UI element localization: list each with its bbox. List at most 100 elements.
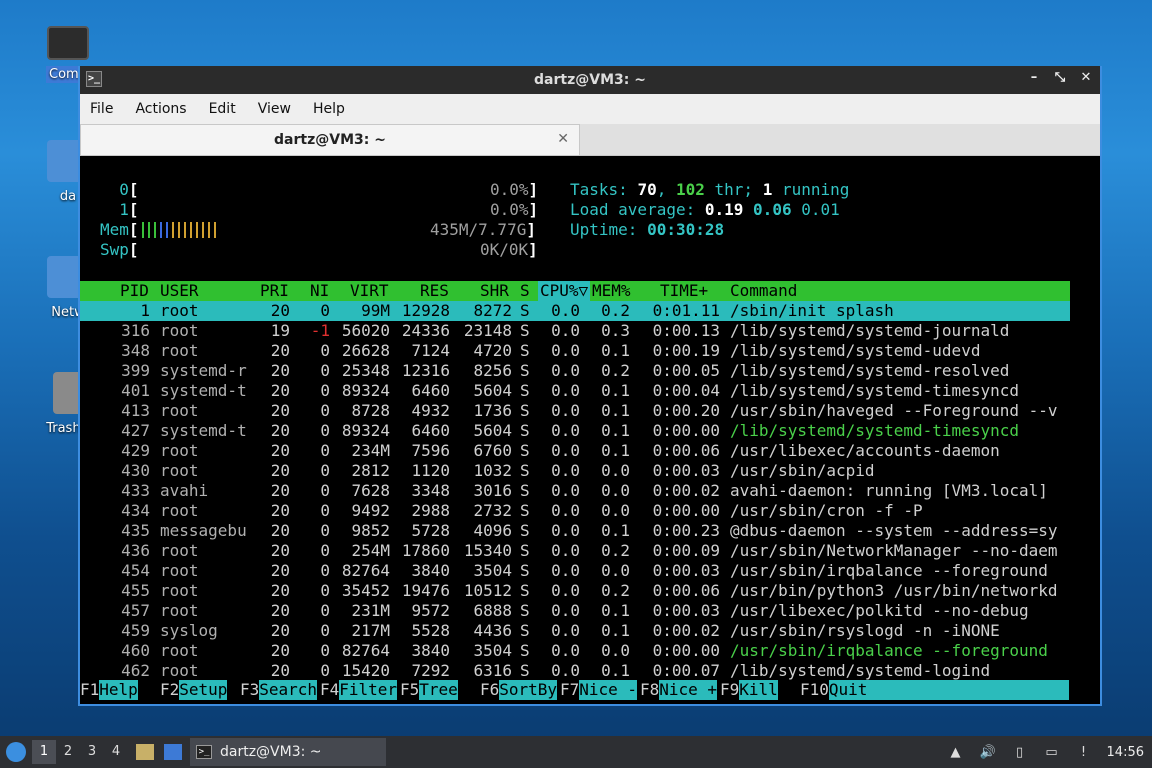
cell-pid: 413 — [121, 401, 150, 420]
clock[interactable]: 14:56 — [1107, 745, 1144, 760]
cell-s: S — [520, 521, 530, 540]
process-row[interactable]: 348 root 20 0 26628 7124 4720 S 0.0 0.1 0:00.19/li… — [80, 341, 1070, 361]
workspace-4[interactable]: 4 — [104, 740, 128, 764]
fkey-label: Nice + — [659, 680, 718, 700]
maximize-button[interactable]: ⤡ — [1052, 70, 1068, 85]
process-row[interactable]: 462 root 20 0 15420 7292 6316 S 0.0 0.1 0:00.07/li… — [80, 661, 1070, 681]
process-row[interactable]: 430 root 20 0 2812 1120 1032 S 0.0 0.0 0:00.03/usr… — [80, 461, 1070, 481]
cell-cmd: /usr/sbin/rsyslogd -n -iNONE — [730, 621, 1000, 640]
cell-mem: 0.1 — [601, 401, 630, 420]
desktop-icon-label: da — [59, 189, 77, 204]
process-row[interactable]: 436 root 20 0 254M 17860 15340 S 0.0 0.2 0:00.09/u… — [80, 541, 1070, 561]
eject-icon[interactable]: ▲ — [947, 743, 965, 761]
cell-cmd: /usr/sbin/NetworkManager --no-daem — [730, 541, 1058, 560]
fkey-f6[interactable]: F6SortBy — [480, 680, 558, 700]
cell-mem: 0.0 — [601, 641, 630, 660]
col-command[interactable]: Command — [730, 281, 797, 301]
cell-pri: 20 — [270, 541, 290, 560]
fkey-f1[interactable]: F1Help — [80, 680, 138, 700]
process-row[interactable]: 460 root 20 0 82764 3840 3504 S 0.0 0.0 0:00.00/us… — [80, 641, 1070, 661]
fkey-f4[interactable]: F4Filter — [320, 680, 398, 700]
col-mem[interactable]: MEM% — [592, 281, 631, 301]
col-pid[interactable]: PID — [120, 281, 149, 301]
tab-close-icon[interactable]: ✕ — [557, 131, 569, 147]
cell-virt: 2812 — [351, 461, 390, 480]
close-button[interactable]: ✕ — [1078, 70, 1094, 85]
col-virt[interactable]: VIRT — [350, 281, 389, 301]
menubar: File Actions Edit View Help — [80, 94, 1100, 124]
menu-actions[interactable]: Actions — [131, 101, 198, 117]
cell-shr: 5604 — [473, 421, 512, 440]
process-row[interactable]: 1 root 20 0 99M 12928 8272 S 0.0 0.2 0:01.11/sbin/… — [80, 301, 1070, 321]
process-row[interactable]: 433 avahi 20 0 7628 3348 3016 S 0.0 0.0 0:00.02 ava… — [80, 481, 1070, 501]
col-s[interactable]: S — [520, 281, 530, 301]
cell-pid: 459 — [121, 621, 150, 640]
process-row[interactable]: 435 messagebu 20 0 9852 5728 4096 S 0.0 0.1 0:00.2… — [80, 521, 1070, 541]
workspace-3[interactable]: 3 — [80, 740, 104, 764]
cell-virt: 254M — [351, 541, 390, 560]
fkey-f8[interactable]: F8Nice + — [640, 680, 718, 700]
process-row[interactable]: 413 root 20 0 8728 4932 1736 S 0.0 0.1 0:00.20/usr… — [80, 401, 1070, 421]
cell-res: 5528 — [411, 621, 450, 640]
fkey-number: F1 — [80, 680, 100, 699]
col-user[interactable]: USER — [160, 281, 199, 301]
menu-view[interactable]: View — [254, 101, 303, 117]
fkey-f2[interactable]: F2Setup — [160, 680, 228, 700]
taskbar-terminal-button[interactable]: >_ dartz@VM3: ~ — [190, 738, 386, 766]
cell-s: S — [520, 421, 530, 440]
fkey-label: Kill — [739, 680, 778, 700]
cell-pri: 20 — [270, 381, 290, 400]
fkey-f3[interactable]: F3Search — [240, 680, 318, 700]
process-row[interactable]: 429 root 20 0 234M 7596 6760 S 0.0 0.1 0:00.06/usr… — [80, 441, 1070, 461]
col-cpu[interactable]: CPU%▽ — [540, 281, 588, 301]
desktop-launcher-icon[interactable] — [164, 744, 182, 760]
menu-edit[interactable]: Edit — [205, 101, 248, 117]
cell-ni: 0 — [320, 441, 330, 460]
cell-time: 0:00.07 — [652, 661, 720, 680]
process-row[interactable]: 427 systemd-t 20 0 89324 6460 5604 S 0.0 0.1 0:00.… — [80, 421, 1070, 441]
network-tray-icon[interactable]: ▭ — [1043, 743, 1061, 761]
start-menu-button[interactable] — [6, 742, 26, 762]
cell-shr: 6316 — [473, 661, 512, 680]
col-shr[interactable]: SHR — [480, 281, 509, 301]
cell-cpu: 0.0 — [551, 461, 580, 480]
notification-icon[interactable]: ! — [1075, 743, 1093, 761]
minimize-button[interactable]: – — [1026, 70, 1042, 85]
workspace-1[interactable]: 1 — [32, 740, 56, 764]
col-res[interactable]: RES — [420, 281, 449, 301]
fkey-f5[interactable]: F5Tree — [400, 680, 458, 700]
col-time[interactable]: TIME+ — [660, 281, 708, 301]
menu-help[interactable]: Help — [309, 101, 357, 117]
cell-res: 12316 — [401, 361, 450, 380]
process-row[interactable]: 316 root 19 -1 56020 24336 23148 S 0.0 0.3 0:00.13… — [80, 321, 1070, 341]
process-row[interactable]: 401 systemd-t 20 0 89324 6460 5604 S 0.0 0.1 0:00.… — [80, 381, 1070, 401]
volume-icon[interactable]: 🔊 — [979, 743, 997, 761]
process-row[interactable]: 454 root 20 0 82764 3840 3504 S 0.0 0.0 0:00.03/us… — [80, 561, 1070, 581]
file-manager-launcher-icon[interactable] — [136, 744, 154, 760]
cell-time: 0:00.06 — [652, 441, 720, 460]
htop-screen[interactable]: 0[ 0.0%] 1[ 0.0%] Mem[ 435M/7.77G] Swp[ … — [80, 158, 1100, 704]
process-row[interactable]: 399 systemd-r 20 0 25348 12316 8256 S 0.0 0.2 0:00… — [80, 361, 1070, 381]
cell-virt: 56020 — [341, 321, 390, 340]
tab-terminal[interactable]: dartz@VM3: ~ ✕ — [80, 124, 580, 155]
fkey-f10[interactable]: F10Quit — [800, 680, 1069, 700]
cell-s: S — [520, 541, 530, 560]
process-row[interactable]: 457 root 20 0 231M 9572 6888 S 0.0 0.1 0:00.03/usr… — [80, 601, 1070, 621]
col-ni[interactable]: NI — [310, 281, 329, 301]
process-row[interactable]: 459 syslog 20 0 217M 5528 4436 S 0.0 0.1 0:00.02/u… — [80, 621, 1070, 641]
fkey-f9[interactable]: F9Kill — [720, 680, 778, 700]
cell-mem: 0.1 — [601, 341, 630, 360]
cell-pri: 20 — [270, 441, 290, 460]
col-pri[interactable]: PRI — [260, 281, 289, 301]
cell-virt: 9492 — [351, 501, 390, 520]
cell-ni: 0 — [320, 541, 330, 560]
window-titlebar[interactable]: >_ dartz@VM3: ~ – ⤡ ✕ — [80, 66, 1100, 94]
menu-file[interactable]: File — [86, 101, 125, 117]
clipboard-icon[interactable]: ▯ — [1011, 743, 1029, 761]
workspace-2[interactable]: 2 — [56, 740, 80, 764]
process-row[interactable]: 434 root 20 0 9492 2988 2732 S 0.0 0.0 0:00.00/usr… — [80, 501, 1070, 521]
fkey-f7[interactable]: F7Nice - — [560, 680, 638, 700]
process-row[interactable]: 455 root 20 0 35452 19476 10512 S 0.0 0.2 0:00.06 /… — [80, 581, 1070, 601]
cell-res: 3840 — [411, 641, 450, 660]
fkey-label: Nice - — [579, 680, 638, 700]
